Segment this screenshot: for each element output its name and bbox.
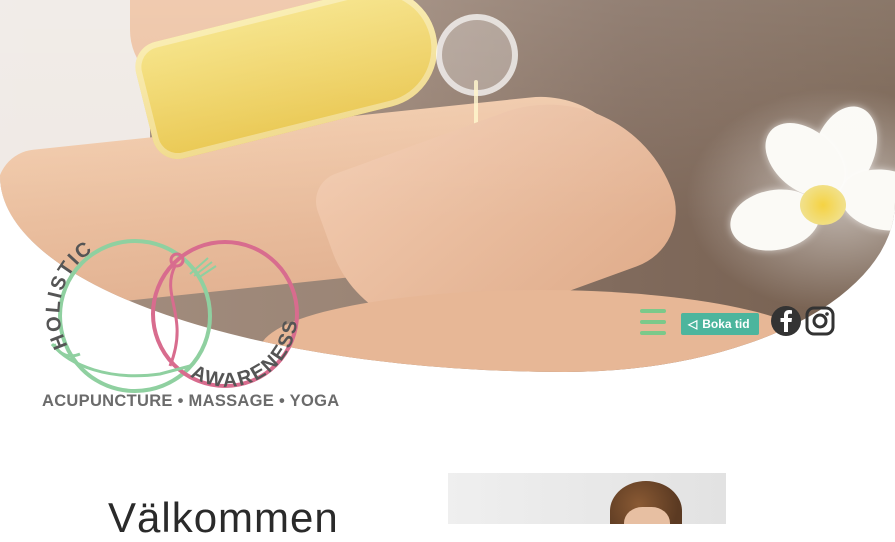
hamburger-menu-icon[interactable] xyxy=(640,309,666,335)
therapist-portrait xyxy=(448,473,726,524)
portrait-face xyxy=(624,507,670,524)
menu-bar xyxy=(640,320,666,324)
facebook-icon[interactable] xyxy=(770,305,802,337)
book-appointment-button[interactable]: ◁ Boka tid xyxy=(681,313,759,335)
svg-text:AWARENESS: AWARENESS xyxy=(188,317,303,392)
welcome-heading: Välkommen xyxy=(108,494,339,541)
logo-word-holistic: HOLISTIC xyxy=(42,237,95,353)
instagram-icon[interactable] xyxy=(804,305,836,337)
site-logo[interactable]: HOLISTIC AWARENESS ACUPUNCTURE • MASSAGE… xyxy=(40,226,340,416)
book-button-label: Boka tid xyxy=(702,317,750,331)
arrow-left-icon: ◁ xyxy=(688,317,698,331)
logo-tagline: ACUPUNCTURE • MASSAGE • YOGA xyxy=(42,392,340,410)
menu-bar xyxy=(640,309,666,313)
logo-word-awareness: AWARENESS xyxy=(188,317,301,392)
logo-emblem: HOLISTIC AWARENESS xyxy=(42,237,303,393)
menu-bar xyxy=(640,331,666,335)
svg-text:HOLISTIC: HOLISTIC xyxy=(42,237,97,353)
